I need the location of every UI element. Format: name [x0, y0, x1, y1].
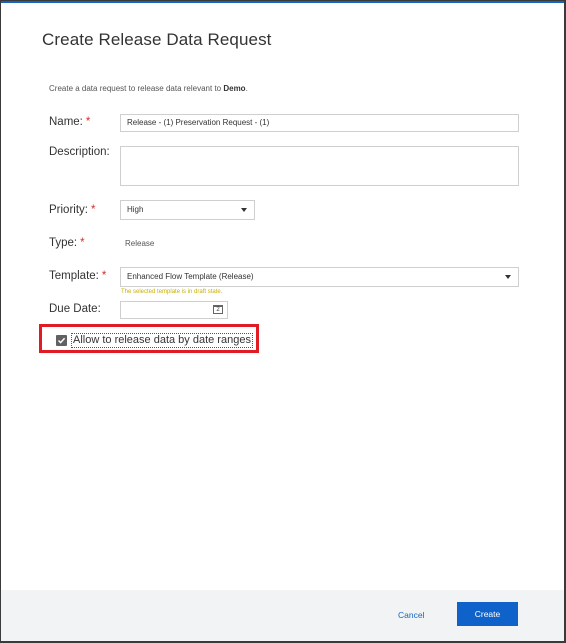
intro-text-suffix: .	[245, 84, 248, 93]
date-range-checkbox[interactable]	[56, 335, 67, 346]
template-label: Template: *	[49, 270, 106, 282]
dialog-title: Create Release Data Request	[42, 30, 272, 49]
template-label-text: Template:	[49, 270, 99, 282]
template-required-marker: *	[101, 270, 107, 282]
type-required-marker: *	[80, 237, 85, 249]
chevron-down-icon	[505, 275, 511, 279]
priority-required-marker: *	[90, 204, 96, 216]
template-select[interactable]: Enhanced Flow Template (Release)	[120, 267, 519, 287]
name-label: Name: *	[49, 116, 90, 128]
template-draft-warning: The selected template is in draft state.	[121, 289, 223, 295]
create-release-dialog: Create Release Data Request Create a dat…	[1, 1, 564, 641]
template-selected-value: Enhanced Flow Template (Release)	[127, 272, 254, 281]
dialog-footer: Cancel Create	[1, 590, 564, 641]
intro-text: Create a data request to release data re…	[49, 84, 248, 93]
type-value: Release	[125, 239, 155, 248]
chevron-down-icon	[241, 208, 247, 212]
intro-matter-name: Demo	[223, 84, 246, 93]
calendar-icon[interactable]: 2	[213, 305, 223, 314]
description-textarea[interactable]	[120, 146, 519, 186]
priority-label-text: Priority:	[49, 204, 88, 216]
cancel-button[interactable]: Cancel	[388, 604, 434, 626]
priority-selected-value: High	[127, 205, 144, 214]
intro-text-prefix: Create a data request to release data re…	[49, 84, 224, 93]
type-label-text: Type:	[49, 237, 78, 249]
description-label: Description:	[49, 146, 110, 158]
priority-label: Priority: *	[49, 204, 95, 216]
date-range-checkbox-label[interactable]: Allow to release data by date ranges	[71, 333, 253, 348]
type-label: Type: *	[49, 237, 85, 249]
name-input[interactable]: Release - (1) Preservation Request - (1)	[120, 114, 519, 132]
create-button[interactable]: Create	[457, 602, 518, 626]
name-label-text: Name:	[49, 116, 83, 128]
due-date-label: Due Date:	[49, 303, 101, 315]
name-required-marker: *	[85, 116, 91, 128]
due-date-input[interactable]: 2	[120, 301, 228, 319]
checkmark-icon	[57, 337, 66, 344]
priority-select[interactable]: High	[120, 200, 255, 220]
